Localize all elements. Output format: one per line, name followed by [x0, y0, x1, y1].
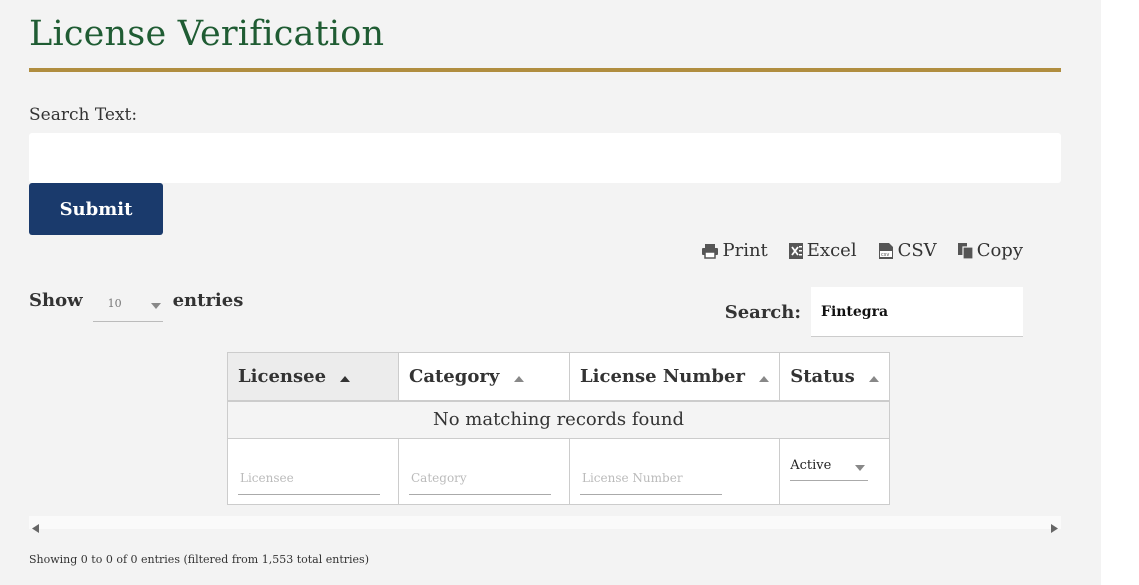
- svg-text:csv: csv: [881, 252, 889, 258]
- table-search-label: Search:: [724, 301, 801, 323]
- column-header-license-number[interactable]: License Number: [568, 352, 781, 402]
- column-label-license-number: License Number: [580, 365, 745, 387]
- excel-label: Excel: [806, 240, 857, 261]
- column-label-status: Status: [790, 365, 855, 387]
- entries-per-page-select[interactable]: 10: [92, 290, 163, 322]
- sort-asc-icon: [340, 366, 351, 387]
- chevron-down-icon: [855, 460, 866, 475]
- entries-label: entries: [172, 290, 244, 311]
- title-divider: [29, 68, 1061, 72]
- excel-button[interactable]: Excel: [788, 240, 857, 261]
- licensee-filter-input[interactable]: [238, 462, 380, 495]
- length-menu: Show 10 entries: [29, 290, 243, 322]
- sort-asc-icon: [759, 366, 770, 387]
- search-text-input[interactable]: [29, 133, 1061, 183]
- sort-asc-icon: [869, 366, 880, 387]
- filter-row: Active: [227, 438, 891, 505]
- category-filter-input[interactable]: [409, 462, 551, 495]
- table-header-row: Licensee Category License Number Status: [227, 352, 891, 402]
- filter-cell-license-number: [568, 438, 781, 505]
- csv-icon: csv: [877, 242, 895, 260]
- show-label: Show: [29, 290, 83, 311]
- filter-cell-status: Active: [779, 438, 891, 505]
- copy-icon: [957, 242, 974, 260]
- license-number-filter-input[interactable]: [580, 462, 722, 495]
- scroll-right-arrow-icon[interactable]: [1050, 518, 1058, 537]
- print-button[interactable]: Print: [701, 240, 768, 261]
- csv-label: CSV: [897, 240, 937, 261]
- copy-button[interactable]: Copy: [957, 240, 1023, 261]
- horizontal-scrollbar[interactable]: [29, 516, 1061, 533]
- column-header-status[interactable]: Status: [779, 352, 891, 402]
- column-label-category: Category: [409, 365, 500, 387]
- chevron-down-icon: [150, 299, 161, 312]
- column-label-licensee: Licensee: [238, 365, 327, 387]
- table-row: No matching records found: [226, 400, 891, 439]
- column-header-licensee[interactable]: Licensee: [227, 352, 399, 402]
- column-header-category[interactable]: Category: [398, 352, 570, 402]
- entries-per-page-value: 10: [107, 297, 122, 310]
- status-filter-value: Active: [790, 458, 832, 473]
- license-verification-page: License Verification Search Text: Submit…: [0, 0, 1101, 585]
- page-title: License Verification: [29, 14, 385, 54]
- submit-button[interactable]: Submit: [29, 183, 163, 235]
- export-toolbar: Print Excel csv CSV Copy: [701, 240, 1023, 261]
- filter-cell-licensee: [227, 438, 399, 505]
- csv-button[interactable]: csv CSV: [877, 240, 937, 261]
- excel-icon: [788, 242, 804, 260]
- license-table: Licensee Category License Number Status: [226, 352, 891, 505]
- empty-table-message: No matching records found: [226, 400, 891, 439]
- status-filter-select[interactable]: Active: [790, 452, 869, 481]
- print-label: Print: [722, 240, 768, 261]
- search-text-label: Search Text:: [29, 105, 138, 125]
- copy-label: Copy: [976, 240, 1023, 261]
- sort-asc-icon: [513, 366, 524, 387]
- table-info-text: Showing 0 to 0 of 0 entries (filtered fr…: [29, 553, 369, 566]
- printer-icon: [701, 243, 719, 259]
- scroll-left-arrow-icon[interactable]: [32, 518, 40, 537]
- table-search-input[interactable]: [811, 287, 1023, 337]
- table-search: Search:: [725, 287, 1023, 337]
- filter-cell-category: [398, 438, 570, 505]
